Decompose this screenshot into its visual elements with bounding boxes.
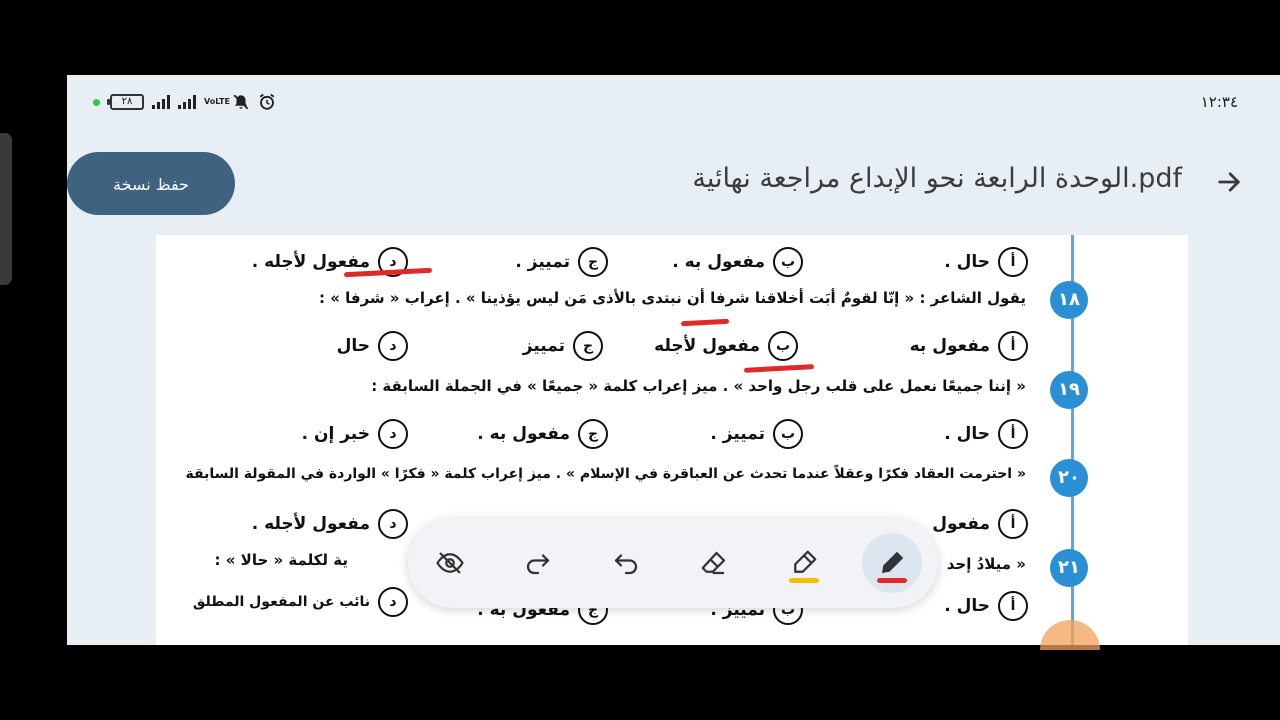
- question-number-21: ٢١: [1050, 549, 1088, 587]
- q19-text: « إننا جميعًا نعمل على قلب رجل واحد » . …: [371, 377, 1026, 395]
- q18-option-c: ج تمييز: [523, 331, 603, 361]
- option-letter: ج: [578, 419, 608, 449]
- q18-text: يقول الشاعر : « إنّا لقومٌ أبَت أخلاقنا …: [318, 289, 1026, 307]
- q20-option-a: أ مفعول: [932, 509, 1028, 539]
- back-arrow-icon[interactable]: [1215, 168, 1243, 196]
- privacy-indicator-dot: [93, 98, 100, 106]
- q17-option-c: ج تمييز .: [515, 247, 608, 277]
- volte-icon: VoLTE: [204, 97, 230, 106]
- undo-button[interactable]: [596, 533, 656, 593]
- mute-bell-icon: [233, 94, 249, 110]
- option-letter: أ: [998, 591, 1028, 621]
- option-text: حال .: [944, 424, 990, 444]
- status-bar: ٢٨ VoLTE ١٢:٣٤: [67, 75, 1280, 131]
- option-text: مفعول به: [909, 336, 990, 356]
- q19-option-d: د خبر إن .: [302, 419, 408, 449]
- option-letter: ج: [578, 247, 608, 277]
- option-text: تمييز: [522, 336, 565, 356]
- option-letter: د: [378, 587, 408, 617]
- q18-option-b: ب مفعول لأجله: [654, 331, 798, 361]
- question-number-18: ١٨: [1050, 281, 1088, 319]
- save-copy-button[interactable]: حفظ نسخة: [67, 152, 235, 215]
- q20-text: « احترمت العقاد فكرًا وعقلاً عندما تحدث …: [185, 466, 1027, 482]
- option-text: نائب عن المفعول المطلق: [192, 594, 370, 610]
- q18-option-a: أ مفعول به: [910, 331, 1028, 361]
- pen-color-indicator: [877, 578, 907, 583]
- highlighter-icon: [794, 550, 817, 573]
- signal-icon-2: [178, 95, 196, 109]
- pen-icon: [882, 551, 904, 573]
- redo-button[interactable]: [508, 533, 568, 593]
- pen-annotation: [680, 318, 730, 327]
- option-text: مفعول به .: [672, 252, 765, 272]
- q21-option-a: أ حال .: [944, 591, 1028, 621]
- q20-option-d: د مفعول لأجله .: [252, 509, 408, 539]
- option-text: مفعول لأجله .: [251, 252, 370, 272]
- alarm-icon: [259, 93, 275, 110]
- q17-option-a: أ حال .: [944, 247, 1028, 277]
- option-letter: ب: [768, 331, 798, 361]
- app-bar: حفظ نسخة الوحدة الرابعة نحو الإبداع مراج…: [67, 131, 1280, 237]
- eye-off-icon: [436, 552, 464, 574]
- q18-option-d: د حال: [337, 331, 408, 361]
- option-letter: د: [378, 509, 408, 539]
- question-number-19: ١٩: [1050, 371, 1088, 409]
- question-number-20: ٢٠: [1050, 459, 1088, 497]
- pen-button[interactable]: [862, 533, 922, 593]
- status-icons: ٢٨ VoLTE: [93, 93, 276, 111]
- pen-annotation: [743, 364, 815, 373]
- option-letter: د: [378, 419, 408, 449]
- option-letter: أ: [998, 509, 1028, 539]
- option-text: حال: [336, 336, 370, 356]
- side-handle: [0, 133, 12, 285]
- option-text: مفعول لأجله .: [251, 514, 370, 534]
- option-letter: ب: [773, 247, 803, 277]
- option-letter: د: [378, 331, 408, 361]
- highlighter-button[interactable]: [774, 533, 834, 593]
- document-title: الوحدة الرابعة نحو الإبداع مراجعة نهائية…: [692, 163, 1182, 194]
- option-text: خبر إن .: [301, 424, 370, 444]
- undo-icon: [614, 554, 638, 575]
- option-text: حال .: [944, 252, 990, 272]
- option-text: مفعول: [932, 514, 990, 534]
- option-text: مفعول لأجله: [654, 336, 760, 356]
- q19-option-b: ب تمييز .: [710, 419, 803, 449]
- option-letter: أ: [998, 331, 1028, 361]
- q19-option-a: أ حال .: [944, 419, 1028, 449]
- highlighter-color-indicator: [789, 578, 819, 583]
- eraser-button[interactable]: [684, 533, 744, 593]
- option-text: تمييز .: [710, 424, 765, 444]
- option-letter: أ: [998, 419, 1028, 449]
- q17-option-b: ب مفعول به .: [672, 247, 803, 277]
- option-letter: أ: [998, 247, 1028, 277]
- option-text: تمييز .: [515, 252, 570, 272]
- signal-icon: [152, 95, 170, 109]
- q21-option-d: د نائب عن المفعول المطلق: [193, 587, 408, 617]
- option-text: مفعول به .: [477, 424, 570, 444]
- q21-text-start: « ميلادُ إحد: [946, 555, 1026, 573]
- option-text: حال .: [944, 596, 990, 616]
- eraser-icon: [701, 551, 726, 575]
- clock-time: ١٢:٣٤: [1200, 93, 1238, 111]
- option-letter: ج: [573, 331, 603, 361]
- q19-option-c: ج مفعول به .: [477, 419, 608, 449]
- battery-icon: ٢٨: [107, 94, 144, 110]
- option-letter: ب: [773, 419, 803, 449]
- q21-text-end: ية لكلمة « حالا » :: [214, 551, 348, 569]
- annotation-toolbar: [408, 518, 938, 608]
- hide-annotations-button[interactable]: [420, 533, 480, 593]
- redo-icon: [526, 554, 550, 575]
